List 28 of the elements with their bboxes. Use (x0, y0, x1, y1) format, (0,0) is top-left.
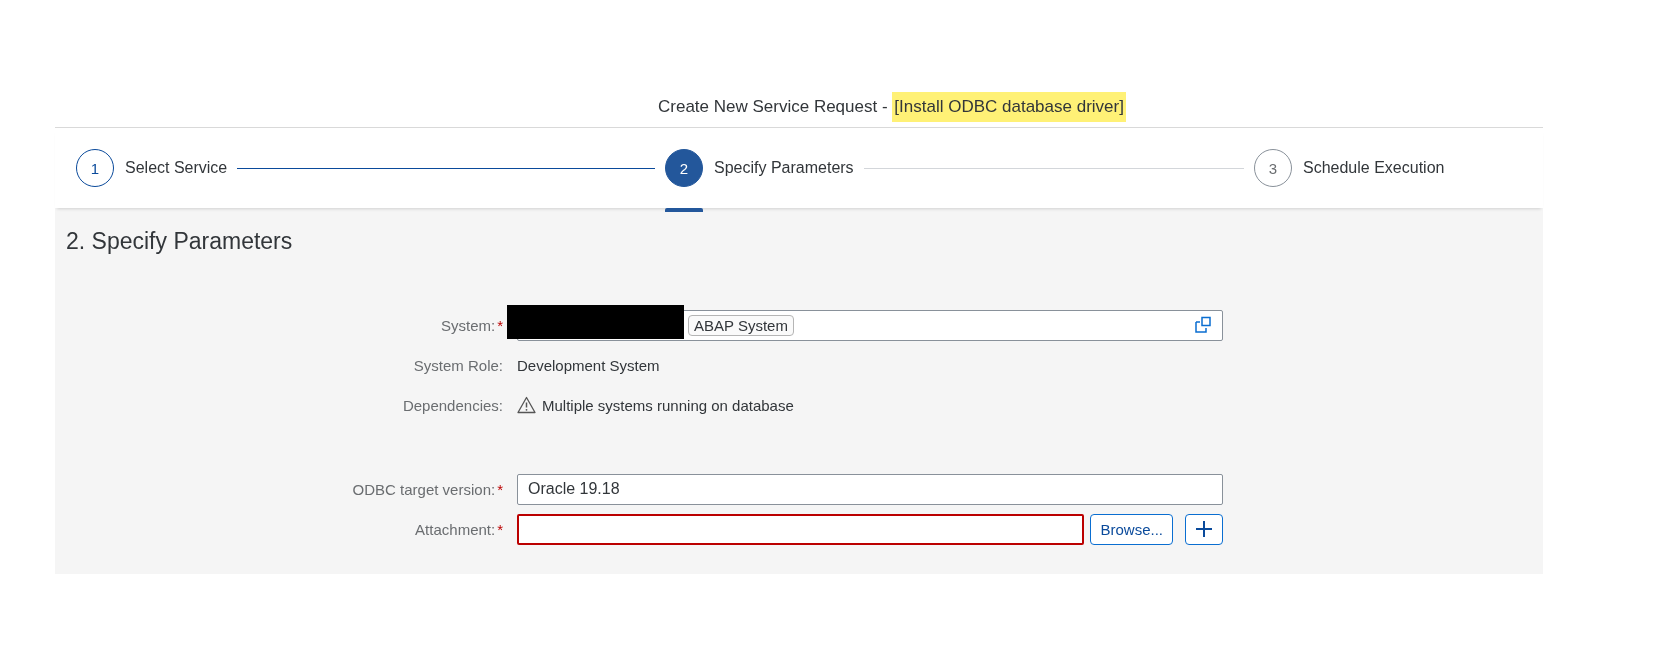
required-mark: * (497, 520, 503, 538)
field-value: Development System (517, 356, 660, 374)
add-button[interactable] (1185, 513, 1223, 545)
required-mark: * (497, 480, 503, 498)
warning-icon (517, 396, 536, 414)
field-label: Attachment: (415, 520, 496, 538)
step-number[interactable]: 2 (665, 149, 703, 187)
field-label: System Role: (413, 356, 503, 374)
highlighted-title: [Install ODBC database driver] (892, 91, 1126, 122)
system-token[interactable]: ABAP System (688, 314, 794, 336)
version-field[interactable]: Oracle 19.18 (517, 473, 1223, 505)
step-label[interactable]: Select Service (125, 159, 228, 177)
browse-button[interactable]: Browse... (1090, 513, 1173, 545)
active-step-indicator (665, 208, 703, 212)
required-mark: * (497, 316, 503, 334)
field-label: System: (440, 316, 496, 334)
plus-icon (1195, 520, 1213, 538)
field-value: Multiple systems running on database (542, 396, 794, 414)
step-label[interactable]: Specify Parameters (714, 159, 854, 177)
attachment-field[interactable] (517, 513, 1085, 545)
step-number[interactable]: 3 (1254, 149, 1292, 187)
step-number[interactable]: 1 (76, 149, 114, 187)
page-title: Create New Service Request - (658, 96, 889, 117)
field-label: Dependencies: (402, 396, 503, 414)
field-label: ODBC target version: (352, 480, 496, 498)
section-title: 2. Specify Parameters (66, 228, 294, 255)
step-label[interactable]: Schedule Execution (1303, 159, 1445, 177)
value-help-icon[interactable] (1194, 316, 1212, 334)
